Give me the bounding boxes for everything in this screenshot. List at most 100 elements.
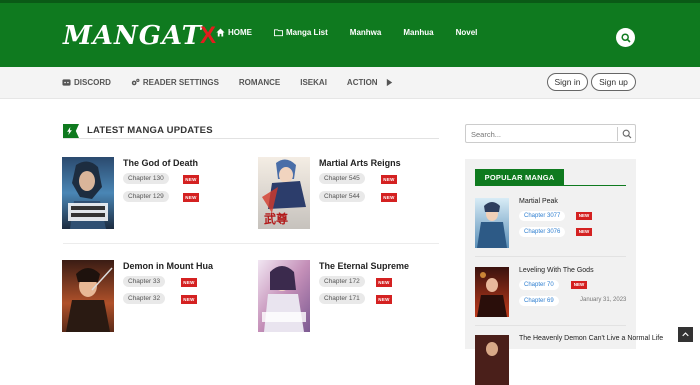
new-badge: NEW	[381, 193, 397, 202]
chapter-label: Chapter 545	[324, 175, 360, 182]
chapter-link[interactable]: Chapter 32	[123, 293, 166, 304]
chapter-date: January 31, 2023	[580, 297, 627, 303]
manga-cover[interactable]	[62, 260, 114, 332]
manga-cover[interactable]	[475, 267, 509, 317]
header-search-button[interactable]	[616, 28, 635, 47]
subnav-action[interactable]: ACTION	[347, 78, 394, 87]
nav-manhwa-label: Manhwa	[349, 28, 382, 37]
subnav-isekai[interactable]: ISEKAI	[300, 78, 327, 87]
new-badge: NEW	[183, 175, 199, 184]
search-divider	[617, 127, 618, 141]
caret-right-icon	[386, 78, 392, 87]
manga-title[interactable]: The Eternal Supreme	[319, 261, 409, 271]
home-icon	[216, 28, 225, 37]
manga-cover[interactable]	[475, 198, 509, 248]
manga-title[interactable]: Martial Arts Reigns	[319, 158, 401, 168]
subnav-reader-settings[interactable]: READER SETTINGS	[131, 78, 219, 87]
folder-icon	[274, 29, 283, 37]
back-to-top-button[interactable]	[678, 327, 693, 342]
section-title: LATEST MANGA UPDATES	[87, 125, 213, 136]
subnav-romance[interactable]: ROMANCE	[239, 78, 280, 87]
popular-manga-title: POPULAR MANGA	[475, 169, 564, 186]
manga-card: Demon in Mount Hua Chapter 33 NEW Chapte…	[62, 260, 242, 332]
chapter-label: Chapter 3076	[524, 229, 561, 235]
manga-card: 武尊 Martial Arts Reigns Chapter 545 NEW C…	[258, 157, 438, 229]
chapter-link[interactable]: Chapter 3076	[519, 227, 566, 237]
nav-novel-label: Novel	[455, 28, 478, 37]
sign-up-button[interactable]: Sign up	[591, 73, 636, 91]
chevron-up-icon	[682, 332, 689, 337]
popular-manga-widget: POPULAR MANGA Martial Peak Chapter 3077 …	[465, 159, 663, 385]
chapter-label: Chapter 70	[524, 282, 554, 288]
subnav-discord[interactable]: DISCORD	[62, 78, 111, 87]
nav-manga-list-label: Manga List	[286, 28, 328, 37]
chapter-link[interactable]: Chapter 69	[519, 296, 559, 306]
chapter-label: Chapter 33	[128, 278, 161, 285]
site-logo[interactable]: MANGAT X	[63, 21, 216, 51]
sign-up-label: Sign up	[599, 77, 628, 87]
sign-in-button[interactable]: Sign in	[547, 73, 588, 91]
nav-novel[interactable]: Novel	[456, 28, 478, 37]
search-icon	[620, 32, 631, 43]
chapter-link[interactable]: Chapter 171	[319, 293, 365, 304]
chapter-label: Chapter 172	[324, 278, 360, 285]
new-badge: NEW	[376, 295, 392, 304]
new-badge: NEW	[376, 278, 392, 287]
manga-title[interactable]: The God of Death	[123, 158, 198, 168]
row-divider	[63, 243, 439, 244]
logo-text: MANGAT	[63, 21, 203, 51]
popular-title[interactable]: Martial Peak	[519, 198, 558, 205]
discord-icon	[62, 79, 71, 86]
svg-text:武尊: 武尊	[264, 211, 288, 226]
new-badge: NEW	[576, 228, 592, 236]
manga-card: The God of Death Chapter 130 NEW Chapter…	[62, 157, 242, 229]
logo-mark: X	[200, 22, 217, 49]
chapter-link[interactable]: Chapter 3077	[519, 211, 566, 221]
subnav-discord-label: DISCORD	[74, 78, 111, 87]
search-input[interactable]	[471, 128, 611, 140]
subnav-reader-settings-label: READER SETTINGS	[142, 78, 219, 87]
nav-manhwa[interactable]: Manhwa	[350, 28, 382, 37]
new-badge: NEW	[381, 175, 397, 184]
nav-manga-list[interactable]: Manga List	[274, 28, 328, 37]
manga-cover[interactable]	[475, 335, 509, 385]
nav-manhua[interactable]: Manhua	[403, 28, 433, 37]
site-header: MANGAT X HOME Manga List Manhwa Manhua N…	[0, 0, 700, 67]
chapter-link[interactable]: Chapter 172	[319, 276, 365, 287]
subnav-romance-label: ROMANCE	[238, 78, 281, 87]
chapter-link[interactable]: Chapter 33	[123, 276, 166, 287]
popular-divider	[475, 256, 626, 257]
chapter-link[interactable]: Chapter 129	[123, 191, 169, 202]
new-badge: NEW	[183, 193, 199, 202]
chapter-link[interactable]: Chapter 545	[319, 173, 365, 184]
manga-card: The Eternal Supreme Chapter 172 NEW Chap…	[258, 260, 438, 332]
main-nav: HOME Manga List Manhwa Manhua Novel	[216, 28, 499, 37]
popular-underline	[475, 185, 626, 186]
chapter-link[interactable]: Chapter 130	[123, 173, 169, 184]
sub-nav: DISCORD READER SETTINGS ROMANCE ISEKAI A…	[0, 67, 700, 99]
lightning-icon	[67, 127, 72, 135]
popular-item: Leveling With The Gods Chapter 70 NEW Ch…	[475, 267, 630, 317]
new-badge: NEW	[181, 295, 197, 304]
manga-title[interactable]: Demon in Mount Hua	[123, 261, 213, 271]
search-icon[interactable]	[622, 129, 632, 139]
chapter-label: Chapter 544	[324, 193, 360, 200]
gears-icon	[131, 78, 140, 86]
popular-title[interactable]: Leveling With The Gods	[519, 267, 594, 274]
nav-home[interactable]: HOME	[216, 28, 252, 37]
chapter-link[interactable]: Chapter 544	[319, 191, 365, 202]
nav-manhua-label: Manhua	[403, 28, 434, 37]
popular-title[interactable]: The Heavenly Demon Can't Live a Normal L…	[519, 335, 663, 342]
sign-in-label: Sign in	[554, 77, 581, 87]
chapter-label: Chapter 69	[524, 298, 554, 304]
manga-cover[interactable]	[62, 157, 114, 229]
new-badge: NEW	[181, 278, 197, 287]
nav-home-label: HOME	[228, 28, 252, 37]
subnav-isekai-label: ISEKAI	[300, 78, 327, 87]
sidebar-search	[465, 124, 636, 143]
manga-cover[interactable]: 武尊	[258, 157, 310, 229]
chapter-label: Chapter 129	[128, 193, 164, 200]
manga-cover[interactable]	[258, 260, 310, 332]
popular-divider	[475, 325, 626, 326]
chapter-link[interactable]: Chapter 70	[519, 280, 559, 290]
